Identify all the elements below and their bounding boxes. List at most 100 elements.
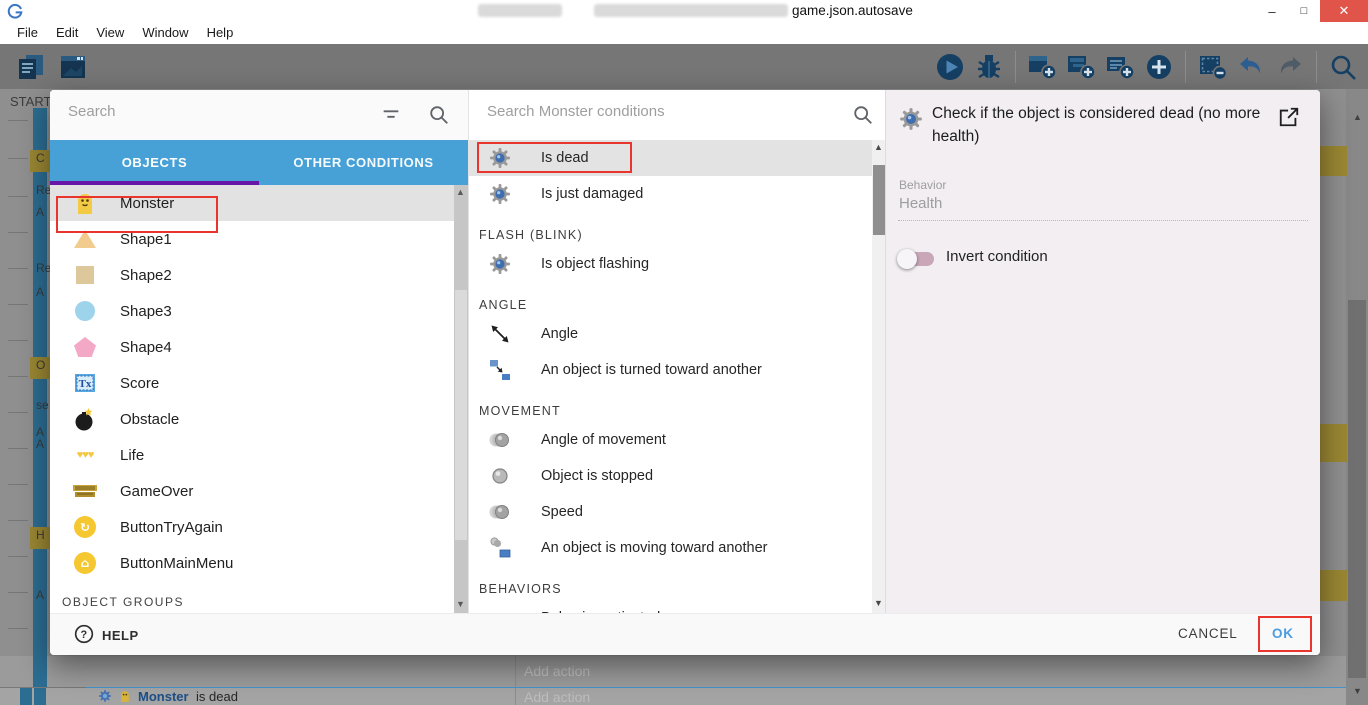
event-tree-line — [8, 592, 28, 593]
scene-tab-label: START — [10, 94, 51, 109]
object-item-buttonmainmenu[interactable]: ⌂ButtonMainMenu — [50, 545, 454, 581]
object-item-score[interactable]: TxScore — [50, 365, 454, 401]
debug-icon[interactable] — [972, 50, 1006, 84]
event-indent-bar — [33, 656, 47, 687]
scroll-up-icon[interactable]: ▲ — [1353, 112, 1362, 122]
object-list-scrollbar[interactable]: ▲ ▼ — [454, 185, 468, 613]
object-item-buttontryagain[interactable]: ↻ ButtonTryAgain — [50, 509, 454, 545]
close-icon[interactable]: ✕ — [1320, 0, 1368, 22]
condition-list-scrollbar-thumb[interactable] — [873, 165, 885, 235]
toggle-thumb[interactable] — [897, 249, 917, 269]
behavior-field-value[interactable]: Health — [899, 195, 942, 212]
object-item-life[interactable]: ♥♥♥Life — [50, 437, 454, 473]
object-item-shape4[interactable]: Shape4 — [50, 329, 454, 365]
scroll-up-icon[interactable]: ▲ — [456, 187, 465, 197]
column-divider — [515, 688, 516, 705]
object-item-shape2[interactable]: Shape2 — [50, 257, 454, 293]
filter-icon[interactable] — [380, 104, 402, 126]
condition-item-angle-of-movement[interactable]: Angle of movement — [469, 422, 872, 458]
selected-event-row[interactable]: Monster is dead Add action — [0, 688, 1346, 705]
scroll-down-icon[interactable]: ▼ — [456, 599, 465, 609]
add-action-link[interactable]: Add action — [524, 663, 590, 679]
scroll-up-icon[interactable]: ▲ — [874, 142, 883, 152]
open-help-external-icon[interactable] — [1278, 106, 1300, 128]
condition-section-header: BEHAVIORS — [469, 566, 872, 600]
scroll-down-icon[interactable]: ▼ — [874, 598, 883, 608]
svg-text:Tx: Tx — [79, 378, 92, 390]
minimize-icon[interactable]: – — [1256, 0, 1288, 22]
object-label: Obstacle — [120, 411, 179, 428]
event-tree-line — [8, 232, 28, 233]
object-item-shape3[interactable]: Shape3 — [50, 293, 454, 329]
object-item-gameover[interactable]: GameOver — [50, 473, 454, 509]
tab-other-conditions[interactable]: OTHER CONDITIONS — [259, 140, 468, 185]
annotation-box-is-dead — [477, 142, 632, 173]
add-action-link[interactable]: Add action — [524, 689, 590, 705]
undo-icon[interactable] — [1234, 50, 1268, 84]
condition-item-is-just-damaged[interactable]: Is just damaged — [469, 176, 872, 212]
restore-icon[interactable]: □ — [1288, 0, 1320, 22]
cancel-button[interactable]: CANCEL — [1178, 626, 1238, 641]
remove-event-icon[interactable] — [1195, 50, 1229, 84]
add-event-icon[interactable] — [1025, 50, 1059, 84]
condition-item-object-is-stopped[interactable]: Object is stopped — [469, 458, 872, 494]
menu-view[interactable]: View — [87, 22, 133, 44]
svg-text:?: ? — [80, 629, 87, 641]
behavior-field-label: Behavior — [899, 178, 946, 192]
events-scrollbar-thumb[interactable] — [1348, 300, 1366, 678]
object-item-obstacle[interactable]: Obstacle — [50, 401, 454, 437]
condition-search-input[interactable] — [485, 102, 819, 121]
menu-edit[interactable]: Edit — [47, 22, 87, 44]
toolbar-separator — [1185, 51, 1186, 83]
scroll-down-icon[interactable]: ▼ — [1353, 686, 1362, 696]
help-label: HELP — [102, 628, 139, 643]
search-icon[interactable] — [428, 104, 450, 126]
scene-editor-icon[interactable] — [56, 50, 90, 84]
condition-label: An object is turned toward another — [541, 362, 762, 378]
circle-shape-icon — [72, 298, 98, 324]
object-label: ButtonMainMenu — [120, 555, 233, 572]
add-subevent-icon[interactable] — [1064, 50, 1098, 84]
condition-label: Is object flashing — [541, 256, 649, 272]
button-tryagain-icon: ↻ — [72, 514, 98, 540]
event-text-fragment: O — [36, 358, 45, 372]
window-title: game.json.autosave — [792, 3, 913, 18]
add-comment-icon[interactable] — [1103, 50, 1137, 84]
svg-text:↻: ↻ — [80, 521, 90, 535]
add-circle-icon[interactable] — [1142, 50, 1176, 84]
instruction-editor-dialog: OBJECTSOTHER CONDITIONS MonsterShape1Sha… — [50, 90, 1320, 655]
project-manager-icon[interactable] — [14, 50, 48, 84]
toolbar — [0, 44, 1368, 89]
condition-item-behavior-activated[interactable]: Behavior activated — [469, 600, 872, 613]
menu-help[interactable]: Help — [198, 22, 243, 44]
event-text-fragment: H — [36, 528, 45, 542]
search-icon[interactable] — [852, 104, 874, 126]
object-search-input[interactable] — [66, 102, 360, 121]
menu-file[interactable]: File — [8, 22, 47, 44]
column-divider — [515, 656, 516, 687]
object-label: Shape4 — [120, 339, 172, 356]
behavior-gear-icon — [487, 181, 513, 207]
condition-item-is-object-flashing[interactable]: Is object flashing — [469, 246, 872, 282]
condition-item-speed[interactable]: Speed — [469, 494, 872, 530]
obstacle-bomb-icon — [72, 406, 98, 432]
event-tree-line — [8, 412, 28, 413]
play-icon[interactable] — [933, 50, 967, 84]
object-list-scrollbar-thumb[interactable] — [455, 290, 467, 540]
help-button[interactable]: ? HELP — [74, 624, 139, 647]
menu-window[interactable]: Window — [133, 22, 197, 44]
invert-condition-toggle[interactable] — [900, 252, 934, 266]
tab-objects[interactable]: OBJECTS — [50, 140, 259, 185]
condition-item-angle[interactable]: Angle — [469, 316, 872, 352]
object-label: ButtonTryAgain — [120, 519, 223, 536]
condition-item-an-object-is-moving-toward-another[interactable]: An object is moving toward another — [469, 530, 872, 566]
event-tree-line — [8, 448, 28, 449]
condition-list-scrollbar[interactable]: ▲ ▼ — [872, 140, 886, 613]
search-toolbar-icon[interactable] — [1326, 50, 1360, 84]
comment-row-gold — [1320, 146, 1347, 176]
speed-icon — [487, 499, 513, 525]
event-row: Add action — [0, 656, 1346, 688]
condition-item-an-object-is-turned-toward-another[interactable]: An object is turned toward another — [469, 352, 872, 388]
title-bar: game.json.autosave – □ ✕ — [0, 0, 1368, 22]
redo-icon[interactable] — [1273, 50, 1307, 84]
